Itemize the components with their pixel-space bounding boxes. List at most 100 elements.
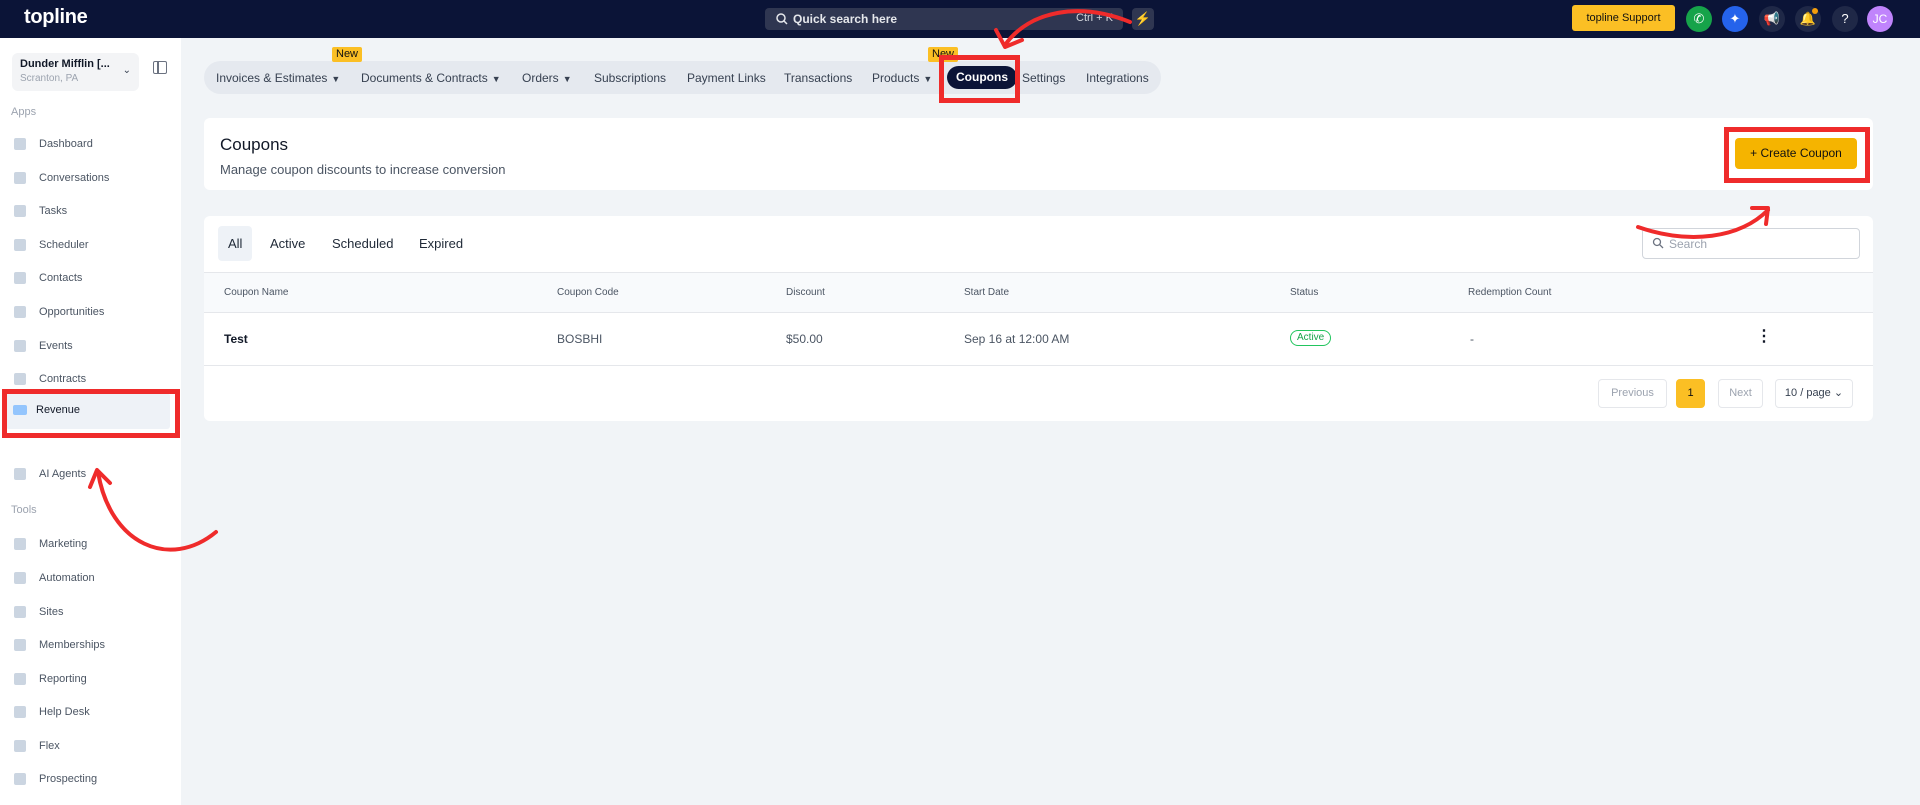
tab-settings[interactable]: Settings (1022, 71, 1065, 85)
table-header: Coupon Name Coupon Code Discount Start D… (204, 272, 1873, 313)
search-icon (1652, 237, 1664, 249)
collapse-sidebar-icon[interactable] (153, 61, 167, 74)
search-icon (14, 773, 26, 785)
flex-icon (14, 740, 26, 752)
column-header[interactable]: Start Date (964, 287, 1009, 298)
opportunities-icon (14, 306, 26, 318)
coupon-search-input[interactable]: Search (1642, 228, 1860, 259)
sidebar-item-label: Opportunities (39, 306, 105, 318)
sidebar-item-label: Automation (39, 572, 95, 584)
tools-section-label: Tools (11, 504, 37, 516)
help-icon (14, 706, 26, 718)
sparkle-icon (14, 468, 26, 480)
sidebar-item-revenue[interactable]: Revenue (6, 393, 170, 429)
apps-section-label: Apps (11, 106, 37, 118)
tab-integrations[interactable]: Integrations (1086, 71, 1149, 85)
new-badge: New (332, 47, 363, 62)
table-row[interactable]: Test BOSBHI $50.00 Sep 16 at 12:00 AM Ac… (204, 313, 1873, 366)
chevron-down-icon: ▼ (331, 74, 341, 84)
tab-documents-contracts[interactable]: Documents & Contracts ▼ (361, 71, 501, 85)
next-page-button[interactable]: Next (1718, 379, 1763, 408)
bolt-icon[interactable]: ⚡ (1132, 8, 1154, 30)
chevron-down-icon: ⌄ (122, 65, 131, 76)
page-header-card: Coupons Manage coupon discounts to incre… (204, 118, 1873, 190)
tasks-icon (14, 205, 26, 217)
page-button-1[interactable]: 1 (1676, 379, 1705, 408)
pie-chart-icon (14, 673, 26, 685)
chevron-down-icon: ▼ (562, 74, 572, 84)
sidebar-item-label: AI Agents (39, 468, 87, 480)
tab-invoices-estimates[interactable]: Invoices & Estimates ▼ (216, 71, 340, 85)
quick-search-input[interactable]: Quick search here Ctrl + K (765, 8, 1123, 30)
column-header[interactable]: Coupon Name (224, 287, 288, 298)
app-logo[interactable]: topline (24, 6, 88, 29)
chevron-down-icon: ▼ (491, 74, 501, 84)
chevron-down-icon: ▼ (923, 74, 933, 84)
sites-icon (14, 606, 26, 618)
avatar[interactable]: JC (1867, 6, 1893, 32)
coupon-start-date: Sep 16 at 12:00 AM (964, 332, 1070, 346)
tab-transactions[interactable]: Transactions (784, 71, 852, 85)
search-placeholder: Quick search here (793, 12, 898, 26)
contacts-icon (14, 272, 26, 284)
sidebar-item-label: Contacts (39, 272, 83, 284)
column-header[interactable]: Coupon Code (557, 287, 619, 298)
tab-scheduled[interactable]: Scheduled (324, 226, 401, 261)
column-header[interactable]: Redemption Count (1468, 287, 1551, 298)
dashboard-icon (14, 138, 26, 150)
calendar-icon (14, 239, 26, 251)
account-location: Scranton, PA (20, 73, 79, 84)
top-bar: topline Quick search here Ctrl + K ⚡ top… (0, 0, 1920, 38)
previous-page-button[interactable]: Previous (1598, 379, 1667, 408)
page-size-select[interactable]: 10 / page ⌄ (1775, 379, 1853, 408)
coupon-discount: $50.00 (786, 332, 823, 346)
search-shortcut: Ctrl + K (1076, 12, 1113, 24)
tab-label: Orders (522, 71, 559, 85)
tab-active[interactable]: Active (262, 226, 313, 261)
tab-label: Products (872, 71, 920, 85)
chevron-down-icon: ⌄ (1833, 387, 1844, 399)
sidebar-item-label: Help Desk (39, 706, 90, 718)
help-icon[interactable]: ? (1832, 6, 1858, 32)
tab-subscriptions[interactable]: Subscriptions (594, 71, 666, 85)
sidebar-item-label: Prospecting (39, 773, 98, 785)
tab-coupons[interactable]: Coupons (947, 66, 1017, 89)
search-icon (776, 13, 788, 25)
sidebar-item-label: Flex (39, 740, 60, 752)
tab-all[interactable]: All (218, 226, 253, 261)
sidebar-item-label: Memberships (39, 639, 106, 651)
coupon-name[interactable]: Test (224, 332, 248, 346)
coupon-code: BOSBHI (557, 332, 603, 346)
sidebar-item-label: Contracts (39, 373, 87, 385)
tab-products[interactable]: Products ▼ (872, 71, 932, 85)
create-coupon-button[interactable]: + Create Coupon (1735, 138, 1857, 169)
column-header[interactable]: Status (1290, 287, 1318, 298)
more-actions-icon[interactable]: ⋮ (1756, 326, 1772, 346)
column-header[interactable]: Discount (786, 287, 825, 298)
sidebar: Dunder Mifflin [... Scranton, PA ⌄ Apps … (0, 38, 181, 805)
revenue-subnav: Invoices & Estimates ▼ Documents & Contra… (204, 61, 1161, 94)
account-switcher[interactable]: Dunder Mifflin [... Scranton, PA ⌄ (12, 53, 139, 91)
sidebar-item-label: Revenue (36, 404, 81, 416)
new-badge: New (928, 47, 959, 62)
support-button[interactable]: topline Support (1572, 5, 1675, 31)
search-placeholder: Search (1669, 237, 1708, 251)
sidebar-item-label: Conversations (39, 172, 110, 184)
tab-expired[interactable]: Expired (411, 226, 471, 261)
page-subtitle: Manage coupon discounts to increase conv… (220, 162, 506, 177)
megaphone-icon[interactable]: 📢 (1759, 6, 1785, 32)
credit-card-icon (13, 405, 27, 415)
conversations-icon (14, 172, 26, 184)
page-size-value: 10 / page (1784, 387, 1831, 399)
events-icon (14, 340, 26, 352)
phone-icon[interactable]: ✆ (1686, 6, 1712, 32)
tab-orders[interactable]: Orders ▼ (522, 71, 572, 85)
status-badge: Active (1290, 330, 1332, 346)
sidebar-item-label: Tasks (39, 205, 68, 217)
notification-dot (1812, 8, 1818, 14)
tab-label: Invoices & Estimates (216, 71, 328, 85)
sparkle-icon[interactable]: ✦ (1722, 6, 1748, 32)
sidebar-item-label: Reporting (39, 673, 87, 685)
account-name: Dunder Mifflin [... (20, 58, 110, 70)
tab-payment-links[interactable]: Payment Links (687, 71, 766, 85)
